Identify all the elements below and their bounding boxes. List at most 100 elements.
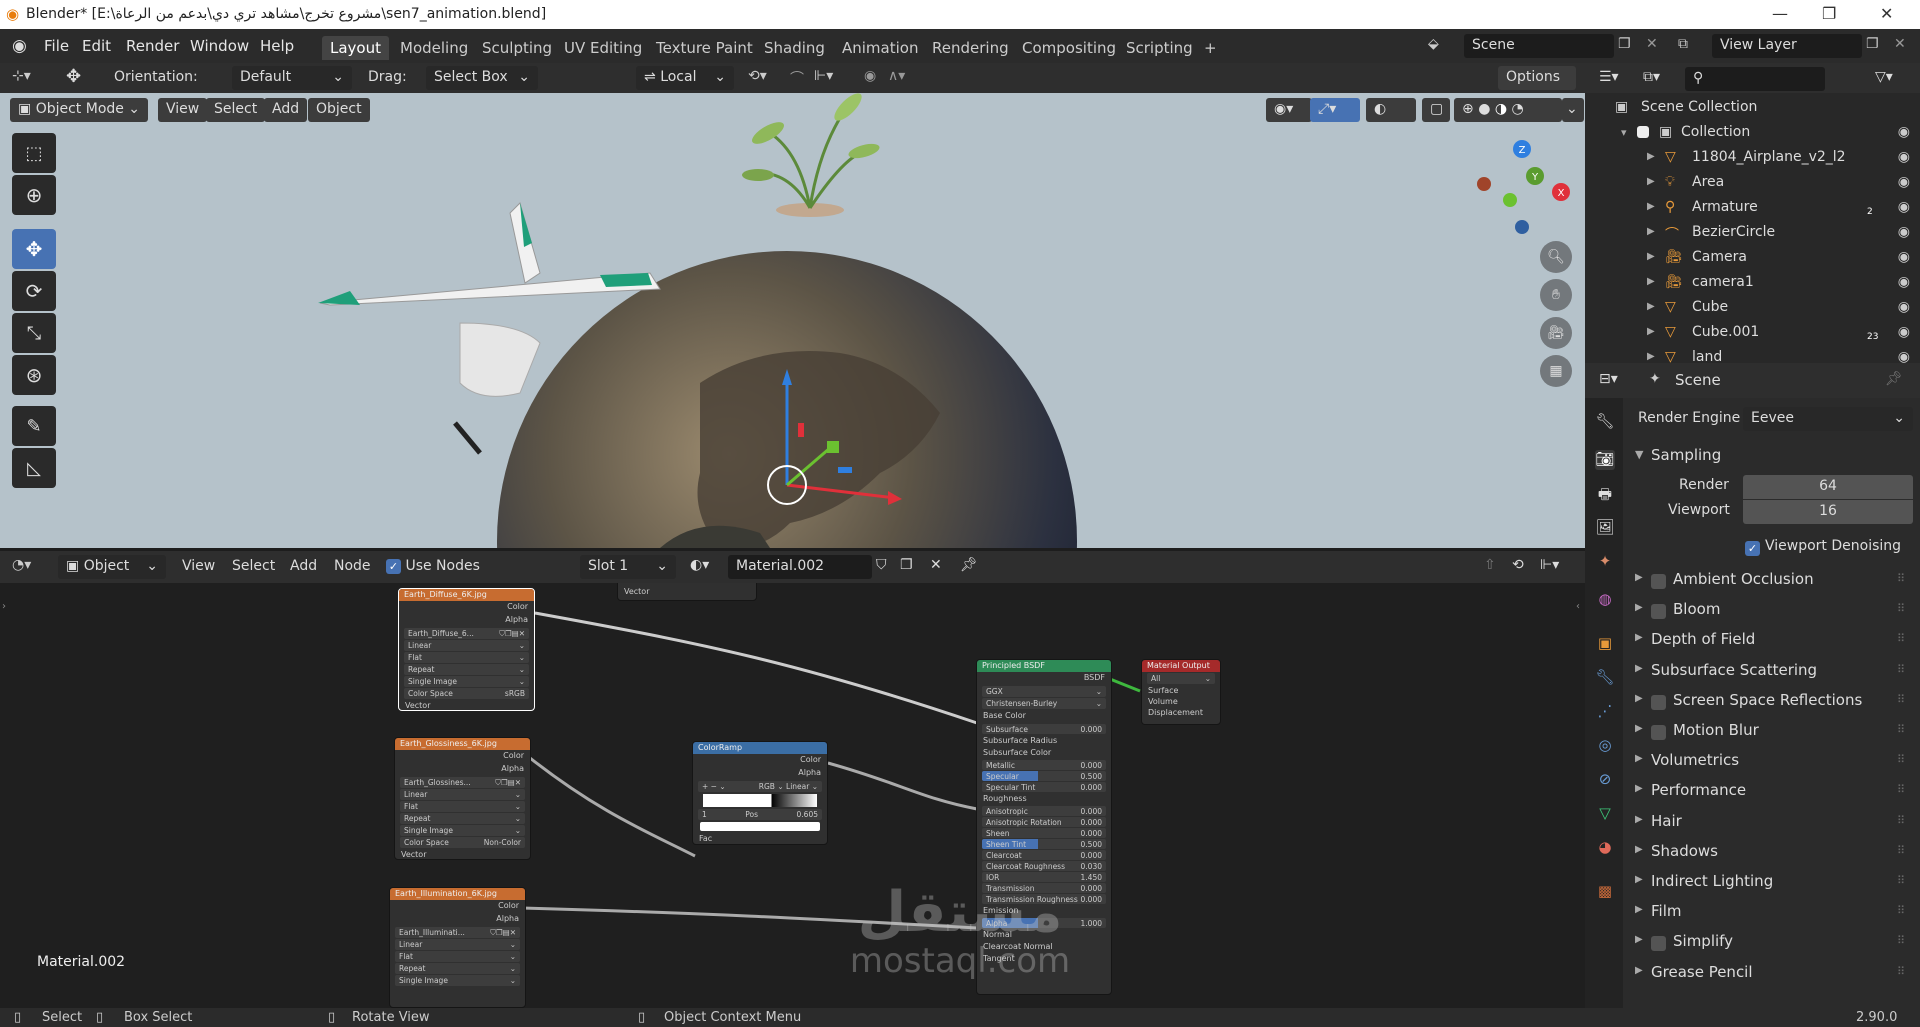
distribution-dropdown[interactable]: GGX ⌄ [982, 686, 1106, 697]
interpolation-dropdown[interactable]: Linear ⌄ [400, 789, 525, 800]
bsdf-input-row[interactable]: Roughness [977, 793, 1111, 805]
node-earth-diffuse[interactable]: Earth_Diffuse_6K.jpg Color Alpha Earth_D… [398, 588, 535, 711]
outliner-search-input[interactable]: ⚲ [1685, 67, 1825, 91]
expand-chevron-icon[interactable]: ▶ [1647, 251, 1655, 262]
menu-file[interactable]: File [44, 37, 69, 55]
pin-icon[interactable]: 📌︎ [960, 557, 978, 573]
drag-dropdown[interactable]: Select Box ⌄ [426, 66, 538, 90]
render-panel-header[interactable]: ▶ Ambient Occlusion ⠿ [1623, 565, 1920, 595]
expand-chevron-icon[interactable]: ▶ [1647, 151, 1655, 162]
drag-handle-icon[interactable]: ⠿ [1897, 783, 1905, 796]
outliner-item[interactable]: ▶ 🎥︎ camera1 ◉ [1585, 270, 1920, 295]
navigation-gizmo[interactable]: Z Y X [1477, 140, 1570, 234]
panel-enable-checkbox[interactable] [1651, 572, 1666, 590]
bsdf-input-row[interactable]: Sheen 0.000 [982, 828, 1106, 838]
color-space-dropdown[interactable]: Color Space Non-Color [400, 837, 525, 848]
tab-animation[interactable]: Animation [834, 36, 926, 60]
texture-tab-icon[interactable]: ▩ [1595, 882, 1615, 902]
expand-chevron-icon[interactable]: ▶ [1647, 276, 1655, 287]
zoom-view-button[interactable]: 🔍︎ [1540, 241, 1572, 273]
output-target-dropdown[interactable]: All ⌄ [1147, 673, 1215, 684]
constraints-tab-icon[interactable]: ⊘ [1595, 770, 1615, 790]
render-tab-icon[interactable]: 📷︎ [1595, 450, 1615, 470]
scene-name-field[interactable]: Scene [1464, 34, 1614, 58]
extension-dropdown[interactable]: Repeat ⌄ [395, 963, 520, 974]
drag-handle-icon[interactable]: ⠿ [1897, 753, 1905, 766]
camera-view-button[interactable]: 🎥︎ [1540, 317, 1572, 349]
proportional-icon[interactable]: ⟲▾ [748, 68, 767, 84]
collection-checkbox[interactable] [1637, 124, 1649, 140]
projection-dropdown[interactable]: Flat ⌄ [400, 801, 525, 812]
drag-handle-icon[interactable]: ⠿ [1897, 965, 1905, 978]
cursor-tool[interactable]: ⊕ [12, 175, 56, 215]
visibility-dropdown[interactable]: ◉▾ [1266, 98, 1312, 122]
node-material-output[interactable]: Material Output All ⌄ Surface Volume Disp… [1141, 659, 1221, 725]
bsdf-input-row[interactable]: Metallic 0.000 [982, 760, 1106, 770]
proportional-edit-icon[interactable]: ◉ [864, 68, 876, 84]
transform-pivot-dropdown[interactable]: ⇌ Local ⌄ [636, 66, 734, 90]
select-box-tool[interactable]: ⬚ [12, 133, 56, 173]
tab-scripting[interactable]: Scripting [1118, 36, 1201, 60]
drag-handle-icon[interactable]: ⠿ [1897, 693, 1905, 706]
drag-handle-icon[interactable]: ⠿ [1897, 602, 1905, 615]
expand-chevron-icon[interactable]: ▶ [1647, 301, 1655, 312]
move-tool[interactable]: ✥ [12, 229, 56, 269]
menu-render[interactable]: Render [126, 37, 179, 55]
image-selector[interactable]: Earth_Illuminati... ⛉❐▤✕ [395, 927, 520, 938]
scene-tab-icon[interactable]: ✦ [1595, 552, 1615, 572]
node-earth-glossiness[interactable]: Earth_Glossiness_6K.jpg Color Alpha Eart… [394, 737, 531, 860]
render-panel-header[interactable]: ▶ Motion Blur ⠿ [1623, 716, 1920, 746]
ramp-color-swatch[interactable] [700, 822, 820, 831]
ramp-stop-position[interactable]: 1 Pos 0.605 [698, 809, 822, 820]
render-panel-header[interactable]: ▶ Subsurface Scattering ⠿ [1623, 656, 1920, 686]
render-panel-header[interactable]: ▶ Simplify ⠿ [1623, 927, 1920, 957]
properties-editor-icon[interactable]: ⊟▾ [1599, 371, 1618, 387]
display-mode-icon[interactable]: ⧉▾ [1643, 69, 1660, 85]
bsdf-input-row[interactable]: Clearcoat 0.000 [982, 850, 1106, 860]
render-panel-header[interactable]: ▶ Shadows ⠿ [1623, 837, 1920, 867]
options-dropdown[interactable]: Options⌄ [1498, 66, 1576, 101]
render-panel-header[interactable]: ▶ Hair ⠿ [1623, 807, 1920, 837]
render-samples-field[interactable]: 64 [1743, 475, 1913, 499]
shader-type-dropdown[interactable]: ▣ Object ⌄ [58, 555, 166, 579]
eye-icon[interactable]: ◉ [1898, 249, 1910, 265]
outliner-item[interactable]: ▶ 🎥︎ Camera ◉ [1585, 245, 1920, 270]
node-menu-view[interactable]: View [182, 558, 215, 574]
panel-enable-checkbox[interactable] [1651, 602, 1666, 620]
render-panel-header[interactable]: ▶ Grease Pencil ⠿ [1623, 958, 1920, 988]
object-tab-icon[interactable]: ▣ [1595, 634, 1615, 654]
scale-tool[interactable]: ⤡ [12, 313, 56, 353]
bsdf-input-row[interactable]: Subsurface 0.000 [982, 724, 1106, 734]
outliner-item[interactable]: ▶ ⚲ Armature 2 ◉ [1585, 195, 1920, 220]
viewport-denoising-row[interactable]: ✓ Viewport Denoising [1623, 533, 1920, 563]
render-engine-dropdown[interactable]: Eevee ⌄ [1743, 407, 1913, 431]
bsdf-input-row[interactable]: Anisotropic Rotation 0.000 [982, 817, 1106, 827]
outliner-item[interactable]: ▶ ▽ Cube.001 23 ◉ [1585, 320, 1920, 345]
particles-tab-icon[interactable]: ⋰ [1595, 702, 1615, 722]
drag-handle-icon[interactable]: ⠿ [1897, 814, 1905, 827]
bsdf-input-row[interactable]: Subsurface Radius [977, 735, 1111, 747]
bsdf-input-row[interactable]: Clearcoat Roughness 0.030 [982, 861, 1106, 871]
eye-icon[interactable]: ◉ [1898, 124, 1910, 140]
render-panel-header[interactable]: ▶ Performance ⠿ [1623, 776, 1920, 806]
pan-view-button[interactable]: ✋︎ [1540, 279, 1572, 311]
tab-modeling[interactable]: Modeling [392, 36, 476, 60]
menu-edit[interactable]: Edit [82, 37, 111, 55]
node-editor-type-icon[interactable]: ◔▾ [12, 557, 31, 573]
outliner-scene-collection[interactable]: ▣ Scene Collection [1585, 95, 1920, 120]
sidebar-expand-icon[interactable]: ‹ [1576, 601, 1580, 612]
drag-handle-icon[interactable]: ⠿ [1897, 663, 1905, 676]
new-view-layer-icon[interactable]: ❐ [1866, 36, 1879, 52]
node-menu-node[interactable]: Node [334, 558, 371, 574]
panel-enable-checkbox[interactable] [1651, 934, 1666, 952]
drag-handle-icon[interactable]: ⠿ [1897, 844, 1905, 857]
image-selector[interactable]: Earth_Diffuse_6... ⛉❐▤✕ [404, 628, 529, 639]
tab-shading[interactable]: Shading [756, 36, 833, 60]
render-panel-header[interactable]: ▶ Indirect Lighting ⠿ [1623, 867, 1920, 897]
tab-layout[interactable]: Layout [322, 36, 389, 60]
physics-tab-icon[interactable]: ◎ [1595, 736, 1615, 756]
view-layer-tab-icon[interactable]: 🖼︎ [1595, 518, 1615, 538]
parent-node-icon[interactable]: ⇧ [1484, 557, 1496, 573]
new-scene-icon[interactable]: ❐ [1618, 36, 1631, 52]
eye-icon[interactable]: ◉ [1898, 149, 1910, 165]
